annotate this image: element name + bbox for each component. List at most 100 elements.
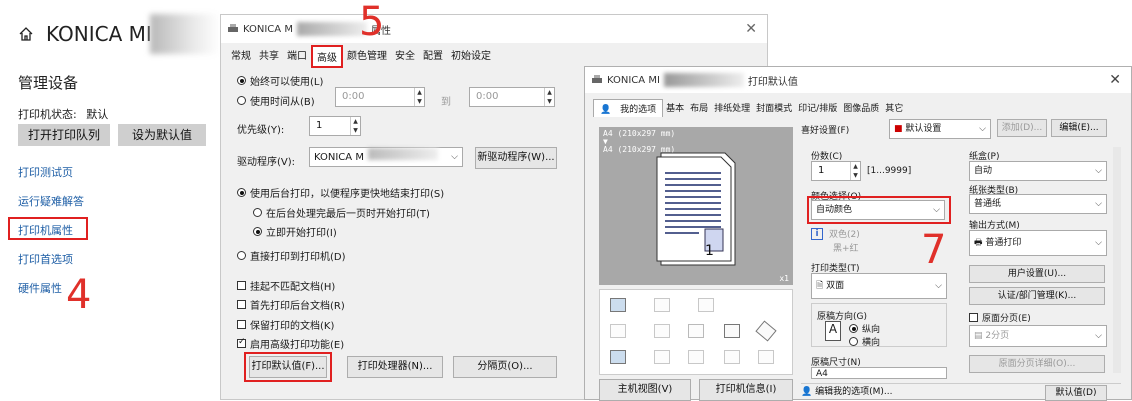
favorite-select[interactable]: ■ 默认设置 ⌵	[889, 119, 991, 139]
radio-spool[interactable]	[237, 188, 246, 197]
tray-select[interactable]: 自动 ⌵	[969, 161, 1107, 181]
cover-icon[interactable]	[610, 350, 626, 364]
tab-cover-mode[interactable]: 封面模式	[753, 99, 795, 117]
radio-landscape[interactable]	[849, 337, 858, 346]
copies-input[interactable]: 1 ▲ ▼	[811, 161, 861, 181]
printer-info-button[interactable]: 打印机信息(I)	[699, 379, 793, 401]
tab-other[interactable]: 其它	[882, 99, 906, 117]
time-to-input[interactable]: 0:00 ▲ ▼	[469, 87, 555, 107]
insert-icon[interactable]	[654, 350, 670, 364]
print-type-select[interactable]: 🗎 双面 ⌵	[811, 273, 947, 299]
keep-printed-option[interactable]: 保留打印的文档(K)	[237, 317, 334, 332]
redacted-title	[663, 73, 744, 87]
tab-my-tab[interactable]: 👤 我的选项	[593, 99, 664, 117]
header-footer-icon[interactable]	[758, 350, 774, 364]
spool-after-last-option[interactable]: 在后台处理完最后一页时开始打印(T)	[253, 205, 430, 220]
set-default-button[interactable]: 设为默认值	[118, 124, 206, 146]
spool-immediately-option[interactable]: 立即开始打印(I)	[253, 224, 337, 239]
booklet-icon[interactable]	[698, 298, 714, 312]
open-queue-button[interactable]: 打开打印队列	[18, 124, 110, 146]
printer-status-label: 打印机状态:	[18, 108, 77, 121]
print-layout-icon[interactable]	[610, 298, 626, 312]
cover-detail-button[interactable]: 原面分页详细(O)...	[969, 355, 1105, 373]
add-button[interactable]: 添加(D)...	[997, 119, 1047, 137]
edit-button[interactable]: 编辑(E)...	[1051, 119, 1107, 137]
settings-pane: KONICA MI 管理设备 打印机状态: 默认 打开打印队列 设为默认值 打印…	[0, 0, 220, 400]
rotate-icon[interactable]	[755, 320, 777, 342]
staple-icon[interactable]	[610, 324, 626, 338]
always-available-option[interactable]: 始终可以使用(L)	[237, 73, 323, 88]
landscape-option[interactable]: 横向	[849, 335, 880, 348]
radio-always[interactable]	[237, 76, 246, 85]
tab-security[interactable]: 安全	[391, 45, 419, 68]
radio-direct[interactable]	[237, 251, 246, 260]
original-size-select[interactable]: A4	[811, 367, 947, 379]
link-troubleshoot[interactable]: 运行疑难解答	[18, 193, 84, 209]
print-processor-button[interactable]: 打印处理器(N)...	[347, 356, 443, 378]
checkbox-advanced[interactable]	[237, 337, 246, 348]
spinner-icon[interactable]: ▲ ▼	[544, 88, 554, 106]
spinner-icon[interactable]: ▲ ▼	[850, 162, 860, 180]
time-from-input[interactable]: 0:00 ▲ ▼	[335, 87, 425, 107]
hold-mismatched-option[interactable]: 挂起不匹配文档(H)	[237, 278, 335, 293]
portrait-option[interactable]: 纵向	[849, 322, 880, 335]
checkbox-hold[interactable]	[237, 281, 246, 290]
radio-after-last[interactable]	[253, 208, 262, 217]
checkbox-keep-printed[interactable]	[237, 320, 246, 329]
link-print-test-page[interactable]: 打印测试页	[18, 164, 73, 180]
separator-page-button[interactable]: 分隔页(O)...	[453, 356, 557, 378]
output-select[interactable]: 🖶 普通打印 ⌵	[969, 230, 1107, 256]
spinner-icon[interactable]: ▲ ▼	[414, 88, 424, 106]
checkbox-cover-sheet[interactable]	[969, 313, 978, 322]
spinner-icon[interactable]: ▲ ▼	[350, 117, 360, 135]
tab-sharing[interactable]: 共享	[255, 45, 283, 68]
link-printing-preferences[interactable]: 打印首选项	[18, 251, 73, 267]
paper-type-select[interactable]: 普通纸 ⌵	[969, 194, 1107, 214]
spooled-first-option[interactable]: 首先打印后台文档(R)	[237, 297, 345, 312]
pages-select[interactable]: ▤ 2分页 ⌵	[969, 325, 1107, 347]
tab-configure[interactable]: 配置	[419, 45, 447, 68]
tab-advanced[interactable]: 高级	[311, 45, 343, 68]
use-time-option[interactable]: 使用时间从(B)	[237, 93, 315, 108]
annotation-number-5: 5	[359, 0, 385, 45]
driver-label: 驱动程序(V):	[237, 157, 296, 168]
tab-basic[interactable]: 基本	[663, 99, 687, 117]
cover-sheet-option[interactable]: 原面分页(E)	[969, 311, 1031, 324]
close-icon[interactable]: ✕	[745, 21, 757, 37]
spool-option[interactable]: 使用后台打印，以便程序更快地结束打印(S)	[237, 185, 444, 200]
close-icon[interactable]: ✕	[1109, 72, 1121, 88]
direct-print-option[interactable]: 直接打印到打印机(D)	[237, 248, 346, 263]
tab-initial-settings[interactable]: 初始设定	[447, 45, 495, 68]
text-icon[interactable]	[688, 324, 704, 338]
advanced-features-option[interactable]: 启用高级打印功能(E)	[237, 336, 344, 351]
home-icon[interactable]	[18, 26, 34, 42]
always-available-label: 始终可以使用(L)	[250, 77, 324, 88]
tab-quality[interactable]: 图像品质	[840, 99, 882, 117]
checkbox-spooled-first[interactable]	[237, 300, 246, 309]
edit-my-tab-button[interactable]: 👤 编辑我的选项(M)...	[801, 385, 909, 401]
tab-ports[interactable]: 端口	[283, 45, 311, 68]
tab-layout[interactable]: 布局	[687, 99, 711, 117]
link-hardware-properties[interactable]: 硬件属性	[18, 280, 62, 296]
tab-stamp[interactable]: 印记/排版	[795, 99, 840, 117]
scrollbar[interactable]	[1113, 147, 1121, 373]
priority-input[interactable]: 1 ▲ ▼	[309, 116, 361, 136]
default-button[interactable]: 默认值(D)	[1045, 385, 1107, 401]
tab-finish[interactable]: 排纸处理	[711, 99, 753, 117]
highlight-color-select	[807, 196, 951, 224]
duplex-icon[interactable]	[654, 298, 670, 312]
watermark-icon[interactable]	[688, 350, 704, 364]
radio-time[interactable]	[237, 96, 246, 105]
radio-immediately[interactable]	[253, 227, 262, 236]
user-settings-button[interactable]: 用户设置(U)...	[969, 265, 1105, 283]
tab-color-management[interactable]: 颜色管理	[343, 45, 391, 68]
driver-select[interactable]: KONICA M ⌵	[309, 147, 463, 167]
tab-general[interactable]: 常规	[227, 45, 255, 68]
auth-dept-button[interactable]: 认证/部门管理(K)...	[969, 287, 1105, 305]
overlay-icon[interactable]	[724, 350, 740, 364]
punch-icon[interactable]	[654, 324, 670, 338]
radio-portrait[interactable]	[849, 324, 858, 333]
new-driver-button[interactable]: 新驱动程序(W)...	[475, 147, 557, 169]
zoom-icon[interactable]	[724, 324, 740, 338]
printer-view-button[interactable]: 主机视图(V)	[599, 379, 691, 401]
